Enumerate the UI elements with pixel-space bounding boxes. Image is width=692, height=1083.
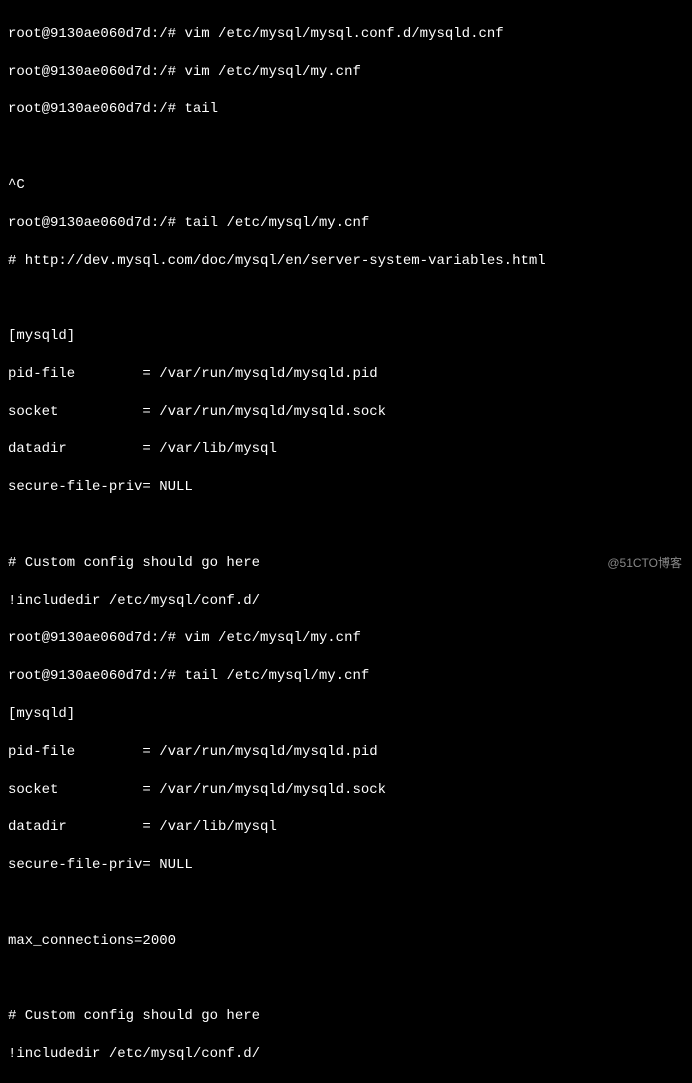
output-line: # Custom config should go here: [8, 1007, 684, 1026]
prompt: root@9130ae060d7d:/#: [8, 26, 176, 42]
command: vim /etc/mysql/mysql.conf.d/mysqld.cnf: [184, 26, 503, 42]
prompt-line: root@9130ae060d7d:/# tail: [8, 100, 684, 119]
output-line: pid-file = /var/run/mysqld/mysqld.pid: [8, 743, 684, 762]
prompt: root@9130ae060d7d:/#: [8, 630, 176, 646]
prompt: root@9130ae060d7d:/#: [8, 64, 176, 80]
blank-line: [8, 894, 684, 913]
output-line: [mysqld]: [8, 327, 684, 346]
output-line: secure-file-priv= NULL: [8, 856, 684, 875]
output-line: socket = /var/run/mysqld/mysqld.sock: [8, 781, 684, 800]
terminal-output[interactable]: root@9130ae060d7d:/# vim /etc/mysql/mysq…: [8, 6, 684, 1083]
blank-line: [8, 969, 684, 988]
output-line: # http://dev.mysql.com/doc/mysql/en/serv…: [8, 252, 684, 271]
command: tail: [184, 101, 218, 117]
blank-line: [8, 138, 684, 157]
interrupt: ^C: [8, 176, 684, 195]
blank-line: [8, 289, 684, 308]
blank-line: [8, 516, 684, 535]
output-line: datadir = /var/lib/mysql: [8, 440, 684, 459]
output-line: secure-file-priv= NULL: [8, 478, 684, 497]
prompt: root@9130ae060d7d:/#: [8, 215, 176, 231]
output-line: !includedir /etc/mysql/conf.d/: [8, 1045, 684, 1064]
prompt: root@9130ae060d7d:/#: [8, 101, 176, 117]
prompt: root@9130ae060d7d:/#: [8, 668, 176, 684]
output-line: !includedir /etc/mysql/conf.d/: [8, 592, 684, 611]
command: vim /etc/mysql/my.cnf: [184, 64, 360, 80]
prompt-line: root@9130ae060d7d:/# vim /etc/mysql/my.c…: [8, 629, 684, 648]
prompt-line: root@9130ae060d7d:/# tail /etc/mysql/my.…: [8, 667, 684, 686]
command: tail /etc/mysql/my.cnf: [184, 215, 369, 231]
output-line: [mysqld]: [8, 705, 684, 724]
prompt-line: root@9130ae060d7d:/# vim /etc/mysql/mysq…: [8, 25, 684, 44]
prompt-line: root@9130ae060d7d:/# vim /etc/mysql/my.c…: [8, 63, 684, 82]
command: tail /etc/mysql/my.cnf: [184, 668, 369, 684]
output-line: datadir = /var/lib/mysql: [8, 818, 684, 837]
output-line: # Custom config should go here: [8, 554, 684, 573]
output-line: socket = /var/run/mysqld/mysqld.sock: [8, 403, 684, 422]
prompt-line: root@9130ae060d7d:/# tail /etc/mysql/my.…: [8, 214, 684, 233]
output-line: pid-file = /var/run/mysqld/mysqld.pid: [8, 365, 684, 384]
output-line: max_connections=2000: [8, 932, 684, 951]
watermark: @51CTO博客: [607, 555, 682, 571]
command: vim /etc/mysql/my.cnf: [184, 630, 360, 646]
